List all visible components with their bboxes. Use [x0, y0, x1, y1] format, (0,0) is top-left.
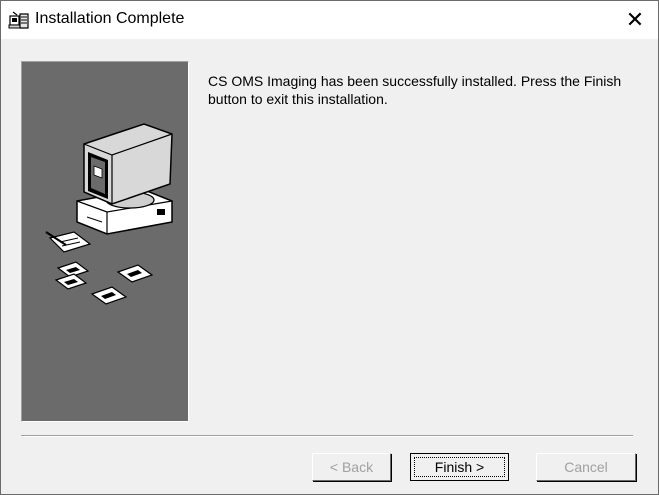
installer-window: Installation Complete ✕ CS OMS Imaging h… — [0, 0, 659, 495]
computer-illustration — [45, 123, 173, 305]
finish-button-label: Finish > — [434, 459, 485, 475]
cancel-button[interactable]: Cancel — [536, 453, 636, 481]
window-title: Installation Complete — [35, 10, 185, 27]
setup-icon — [8, 11, 29, 29]
title-bar[interactable]: Installation Complete ✕ — [1, 1, 658, 39]
separator — [21, 435, 633, 437]
disk-3 — [116, 264, 154, 283]
back-button[interactable]: < Back — [312, 453, 391, 481]
completion-message: CS OMS Imaging has been successfully ins… — [208, 73, 622, 107]
side-panel — [21, 61, 189, 422]
back-button-label: < Back — [329, 459, 374, 475]
disk-2 — [54, 273, 88, 290]
cancel-button-label: Cancel — [564, 459, 608, 475]
disk-4 — [90, 286, 128, 305]
close-button[interactable]: ✕ — [612, 1, 658, 39]
close-icon: ✕ — [625, 7, 645, 32]
finish-button[interactable]: Finish > — [410, 453, 509, 481]
